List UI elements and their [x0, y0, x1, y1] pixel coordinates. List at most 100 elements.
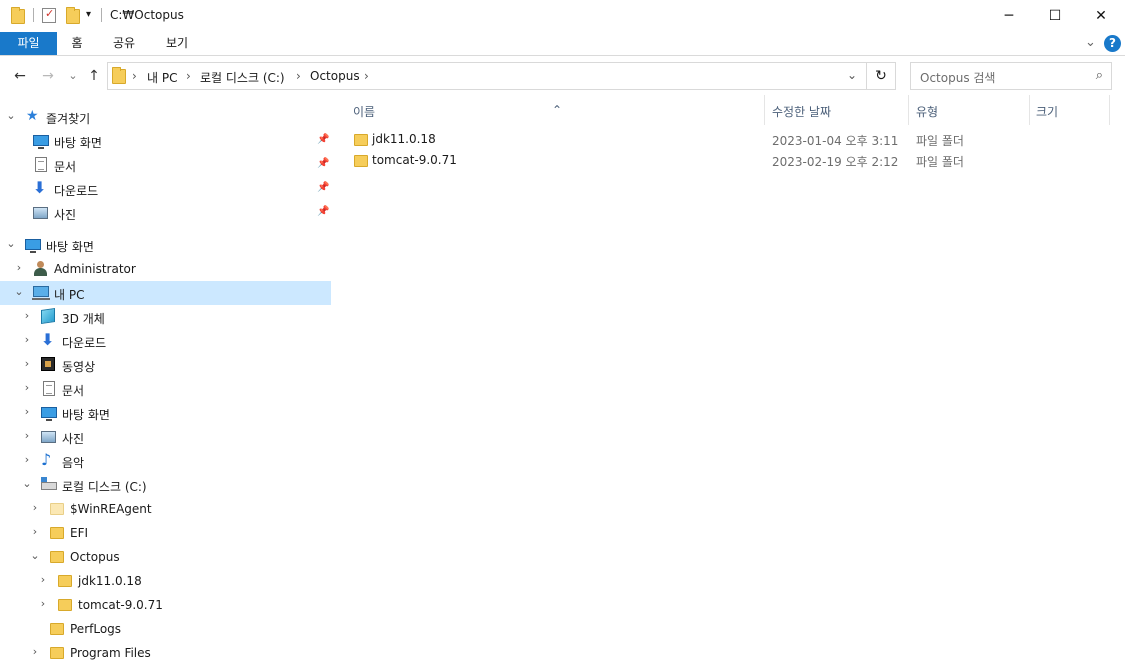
- user-icon: [33, 261, 47, 276]
- address-bar[interactable]: › 내 PC › 로컬 디스크 (C:) › Octopus › ⌄: [107, 62, 867, 90]
- folder-icon: [50, 623, 64, 635]
- tree-documents[interactable]: › 문서: [0, 377, 331, 401]
- collapse-chevron-icon[interactable]: ⌄: [5, 109, 17, 122]
- pin-icon[interactable]: 📌: [317, 206, 329, 217]
- tree-3d-objects[interactable]: › 3D 개체: [0, 305, 331, 329]
- collapse-chevron-icon[interactable]: ⌄: [5, 237, 17, 250]
- properties-icon[interactable]: ✓: [42, 7, 56, 23]
- desktop-icon: [41, 407, 57, 421]
- collapse-chevron-icon[interactable]: ⌄: [13, 285, 25, 298]
- tab-file[interactable]: 파일: [0, 32, 57, 55]
- expand-chevron-icon[interactable]: ›: [37, 597, 49, 610]
- ribbon-expand-icon[interactable]: ⌄: [1085, 35, 1096, 50]
- quick-item-pictures[interactable]: 사진 📌: [0, 201, 331, 225]
- tree-label: EFI: [70, 526, 89, 540]
- expand-chevron-icon[interactable]: ›: [29, 645, 41, 658]
- up-button[interactable]: ↑: [84, 66, 104, 86]
- expand-chevron-icon[interactable]: ›: [29, 501, 41, 514]
- tab-view[interactable]: 보기: [152, 32, 202, 55]
- tab-home[interactable]: 홈: [57, 32, 97, 55]
- expand-chevron-icon[interactable]: ›: [21, 429, 33, 442]
- expand-chevron-icon[interactable]: ›: [21, 309, 33, 322]
- tree-label: Octopus: [70, 550, 120, 564]
- tree-program-files[interactable]: › Program Files: [0, 641, 331, 665]
- column-header-name[interactable]: 이름: [353, 103, 375, 120]
- expand-chevron-icon[interactable]: ›: [29, 525, 41, 538]
- tree-label: 내 PC: [54, 288, 85, 302]
- expand-chevron-icon[interactable]: ›: [37, 573, 49, 586]
- tree-desktop-root[interactable]: ⌄ 바탕 화면: [0, 233, 331, 257]
- collapse-chevron-icon[interactable]: ⌄: [29, 549, 41, 562]
- recent-locations-icon[interactable]: ⌄: [63, 66, 83, 86]
- column-header-size[interactable]: 크기: [1036, 103, 1058, 120]
- expand-chevron-icon[interactable]: ›: [21, 381, 33, 394]
- column-divider[interactable]: [908, 95, 909, 125]
- tree-administrator[interactable]: › Administrator: [0, 257, 331, 281]
- column-header-type[interactable]: 유형: [916, 103, 938, 120]
- tree-octopus[interactable]: ⌄ Octopus: [0, 545, 331, 569]
- tree-desktop[interactable]: › 바탕 화면: [0, 401, 331, 425]
- breadcrumb-separator[interactable]: ›: [296, 69, 301, 83]
- pin-icon[interactable]: 📌: [317, 158, 329, 169]
- tree-efi[interactable]: › EFI: [0, 521, 331, 545]
- column-divider[interactable]: [1109, 95, 1110, 125]
- breadcrumb-separator[interactable]: ›: [132, 69, 137, 83]
- expand-chevron-icon[interactable]: ›: [21, 453, 33, 466]
- tree-jdk[interactable]: › jdk11.0.18: [0, 569, 331, 593]
- quick-item-downloads[interactable]: ⬇ 다운로드 📌: [0, 177, 331, 201]
- tree-perflogs[interactable]: PerfLogs: [0, 617, 331, 641]
- forward-button[interactable]: →: [38, 66, 58, 86]
- tree-this-pc[interactable]: ⌄ 내 PC: [0, 281, 331, 305]
- tree-winreagent[interactable]: › $WinREAgent: [0, 497, 331, 521]
- expand-chevron-icon[interactable]: ›: [21, 333, 33, 346]
- refresh-button[interactable]: ↻: [867, 62, 896, 90]
- breadcrumb-separator[interactable]: ›: [364, 69, 369, 83]
- tree-pictures[interactable]: › 사진: [0, 425, 331, 449]
- expand-chevron-icon[interactable]: ›: [21, 405, 33, 418]
- divider: [101, 8, 102, 22]
- expand-chevron-icon[interactable]: ›: [13, 261, 25, 274]
- drive-icon: [41, 477, 57, 490]
- tab-share[interactable]: 공유: [101, 32, 147, 55]
- quick-item-desktop[interactable]: 바탕 화면 📌: [0, 129, 331, 153]
- folder-icon: [50, 527, 64, 539]
- navigation-bar: ← → ⌄ ↑ › 내 PC › 로컬 디스크 (C:) › Octopus ›…: [0, 57, 1125, 95]
- breadcrumb-this-pc[interactable]: 내 PC: [147, 69, 177, 86]
- breadcrumb-octopus[interactable]: Octopus: [310, 69, 360, 83]
- back-button[interactable]: ←: [10, 66, 30, 86]
- address-dropdown-icon[interactable]: ⌄: [847, 68, 857, 82]
- breadcrumb-local-disk[interactable]: 로컬 디스크 (C:): [200, 69, 285, 86]
- file-row[interactable]: tomcat-9.0.71 2023-02-19 오후 2:12 파일 폴더: [333, 150, 1113, 171]
- column-divider[interactable]: [764, 95, 765, 125]
- collapse-chevron-icon[interactable]: ⌄: [21, 477, 33, 490]
- minimize-button[interactable]: ─: [986, 0, 1032, 31]
- maximize-button[interactable]: ☐: [1032, 0, 1078, 31]
- close-button[interactable]: ✕: [1078, 0, 1124, 31]
- tree-local-disk[interactable]: ⌄ 로컬 디스크 (C:): [0, 473, 331, 497]
- search-icon[interactable]: ⌕: [1096, 68, 1103, 83]
- search-input[interactable]: Octopus 검색: [920, 69, 995, 86]
- music-note-icon: ♪: [41, 450, 52, 469]
- tree-tomcat[interactable]: › tomcat-9.0.71: [0, 593, 331, 617]
- column-divider[interactable]: [1029, 95, 1030, 125]
- customize-toolbar-icon[interactable]: ▾: [86, 9, 91, 20]
- pin-icon[interactable]: 📌: [317, 134, 329, 145]
- tree-label: Administrator: [54, 262, 136, 276]
- tree-label: 문서: [62, 384, 85, 398]
- file-row[interactable]: jdk11.0.18 2023-01-04 오후 3:11 파일 폴더: [333, 129, 1113, 150]
- breadcrumb-separator[interactable]: ›: [186, 69, 191, 83]
- pin-icon[interactable]: 📌: [317, 182, 329, 193]
- tree-label: 문서: [54, 160, 77, 174]
- column-header-date-modified[interactable]: 수정한 날짜: [772, 103, 831, 120]
- search-box[interactable]: Octopus 검색 ⌕: [910, 62, 1112, 90]
- expand-chevron-icon[interactable]: ›: [21, 357, 33, 370]
- tree-music[interactable]: › ♪ 음악: [0, 449, 331, 473]
- new-folder-icon[interactable]: [66, 7, 80, 24]
- tree-quick-access[interactable]: ⌄ ★ 즐겨찾기: [0, 105, 331, 129]
- quick-item-documents[interactable]: 문서 📌: [0, 153, 331, 177]
- tree-videos[interactable]: › 동영상: [0, 353, 331, 377]
- computer-icon: [32, 286, 50, 300]
- help-icon[interactable]: ?: [1104, 35, 1121, 52]
- document-icon: [43, 381, 55, 396]
- tree-downloads[interactable]: › ⬇ 다운로드: [0, 329, 331, 353]
